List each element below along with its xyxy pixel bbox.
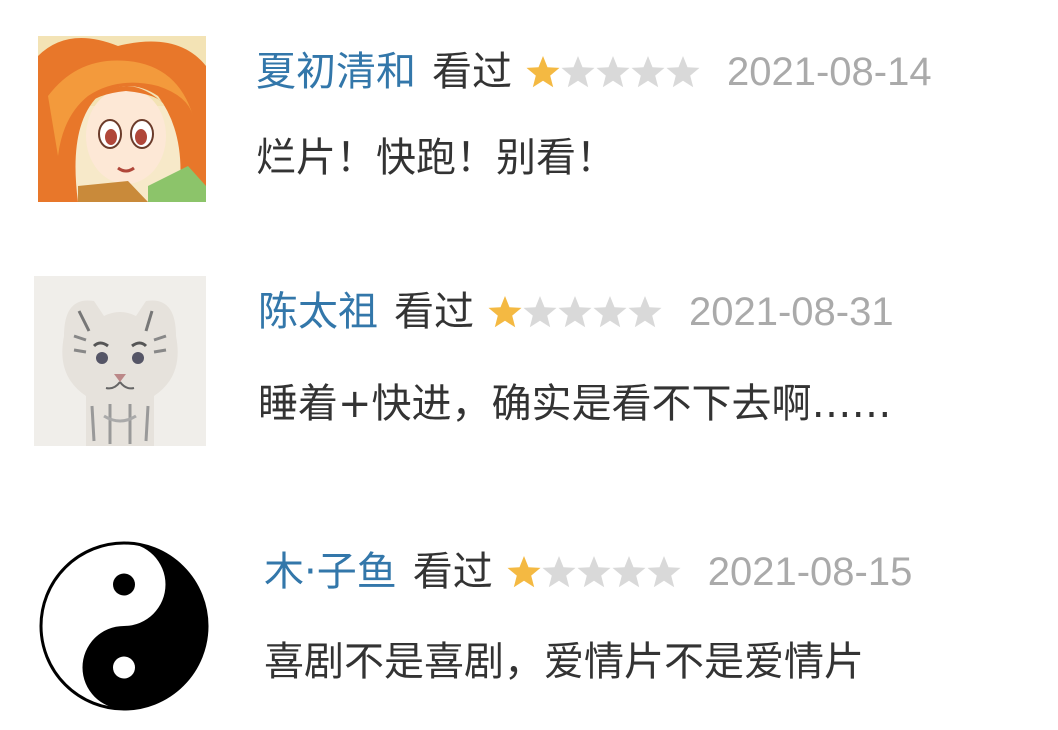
star-filled-icon bbox=[507, 556, 541, 588]
username-link[interactable]: 木·子鱼 bbox=[264, 544, 397, 600]
review-meta: 木·子鱼 看过 2021-08-15 bbox=[264, 544, 912, 600]
star-rating bbox=[524, 54, 700, 90]
star-filled-icon bbox=[526, 56, 560, 88]
white-tiger-cub-avatar-icon bbox=[34, 276, 206, 446]
review-comment: 喜剧不是喜剧，爱情片不是爱情片 bbox=[264, 639, 864, 685]
star-empty-icon bbox=[612, 556, 646, 588]
yin-yang-avatar-icon bbox=[38, 540, 210, 712]
review-comment: 睡着+快进，确实是看不下去啊…… bbox=[258, 381, 892, 427]
star-empty-icon bbox=[593, 296, 627, 328]
star-empty-icon bbox=[628, 296, 662, 328]
avatar[interactable] bbox=[38, 36, 206, 202]
star-filled-icon bbox=[488, 296, 522, 328]
review-comment: 烂片！快跑！别看！ bbox=[256, 135, 616, 181]
review-item: 陈太祖 看过 2021-08-31 睡着+快进，确实是看不下去啊…… bbox=[0, 240, 1058, 446]
star-empty-icon bbox=[596, 56, 630, 88]
username-link[interactable]: 陈太祖 bbox=[258, 284, 378, 340]
watch-status: 看过 bbox=[394, 289, 474, 335]
star-empty-icon bbox=[561, 56, 595, 88]
review-date: 2021-08-31 bbox=[689, 290, 894, 334]
review-item: 夏初清和 看过 2021-08-14 烂片！快跑！别看！ bbox=[0, 0, 1058, 202]
watch-status: 看过 bbox=[432, 49, 512, 95]
star-empty-icon bbox=[647, 556, 681, 588]
avatar[interactable] bbox=[38, 540, 210, 712]
star-rating bbox=[486, 294, 662, 330]
star-empty-icon bbox=[558, 296, 592, 328]
review-meta: 夏初清和 看过 2021-08-14 bbox=[256, 44, 932, 100]
star-empty-icon bbox=[577, 556, 611, 588]
watch-status: 看过 bbox=[412, 549, 493, 595]
review-date: 2021-08-15 bbox=[707, 550, 913, 594]
star-empty-icon bbox=[631, 56, 665, 88]
review-item: 木·子鱼 看过 2021-08-15 喜剧不是喜剧，爱情片不是爱情片 bbox=[0, 510, 1058, 712]
star-empty-icon bbox=[523, 296, 557, 328]
avatar[interactable] bbox=[34, 276, 206, 446]
anime-girl-avatar-icon bbox=[38, 36, 206, 202]
star-empty-icon bbox=[666, 56, 700, 88]
star-empty-icon bbox=[542, 556, 576, 588]
review-date: 2021-08-14 bbox=[727, 50, 932, 94]
star-rating bbox=[505, 554, 681, 590]
username-link[interactable]: 夏初清和 bbox=[256, 44, 416, 100]
review-meta: 陈太祖 看过 2021-08-31 bbox=[258, 284, 894, 340]
